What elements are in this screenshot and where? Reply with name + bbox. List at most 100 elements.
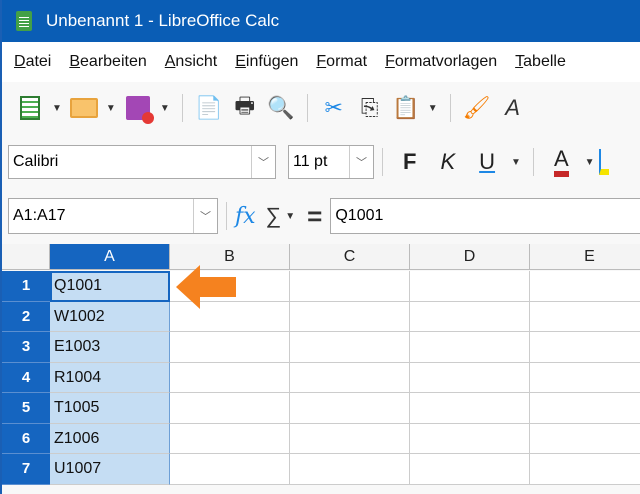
cell-c3[interactable]: [290, 332, 410, 363]
cell-e3[interactable]: [530, 332, 640, 363]
font-color-button[interactable]: A: [553, 147, 569, 177]
separator: [306, 94, 308, 122]
cell-d5[interactable]: [410, 393, 530, 424]
cell-a6[interactable]: Z1006: [50, 423, 170, 454]
chevron-down-icon[interactable]: ﹀: [349, 146, 373, 178]
font-name-value: Calibri: [13, 153, 59, 170]
cell-c5[interactable]: [290, 393, 410, 424]
title-bar: Unbenannt 1 - LibreOffice Calc: [2, 0, 640, 42]
formula-equals-icon[interactable]: =: [307, 201, 322, 232]
cell-b5[interactable]: [170, 393, 290, 424]
cell-a3[interactable]: E1003: [50, 332, 170, 363]
underline-button[interactable]: U: [479, 149, 495, 175]
font-name-combo[interactable]: Calibri ﹀: [8, 145, 276, 179]
cell-a2[interactable]: W1002: [50, 301, 170, 332]
column-header-a[interactable]: A: [50, 244, 170, 270]
cell-c2[interactable]: [290, 301, 410, 332]
cell-c6[interactable]: [290, 423, 410, 454]
row-header[interactable]: 1: [2, 271, 50, 302]
separator: [532, 148, 534, 176]
menu-format[interactable]: Format: [316, 53, 367, 71]
row-header[interactable]: 6: [2, 423, 50, 454]
new-spreadsheet-icon[interactable]: [16, 94, 44, 122]
cell-a5[interactable]: T1005: [50, 393, 170, 424]
cell-c1[interactable]: [290, 271, 410, 302]
save-icon[interactable]: [124, 94, 154, 124]
open-folder-icon[interactable]: [69, 94, 98, 122]
menu-bearbeiten[interactable]: Bearbeiten: [69, 53, 146, 71]
sum-icon[interactable]: ∑: [266, 203, 282, 229]
cell-c7[interactable]: [290, 454, 410, 485]
column-header-e[interactable]: E: [530, 244, 640, 270]
row-header[interactable]: 2: [2, 301, 50, 332]
cell-e6[interactable]: [530, 423, 640, 454]
menu-formatvorlagen[interactable]: Formatvorlagen: [385, 53, 497, 71]
print-preview-icon[interactable]: 🔍: [267, 94, 295, 122]
cell-a4[interactable]: R1004: [50, 362, 170, 393]
cell-e4[interactable]: [530, 362, 640, 393]
row-header[interactable]: 4: [2, 362, 50, 393]
formula-bar: A1:A17 ﹀ fx ∑ ▼ = Q1001: [2, 196, 640, 236]
formatting-toolbar: Calibri ﹀ 11 pt ﹀ F K U ▼ A ▼: [2, 140, 640, 184]
cell-d6[interactable]: [410, 423, 530, 454]
print-icon[interactable]: 🖶: [231, 93, 259, 122]
cut-icon[interactable]: ✂: [320, 94, 348, 122]
function-wizard-icon[interactable]: fx: [235, 204, 256, 229]
font-color-dropdown-icon[interactable]: ▼: [585, 157, 595, 168]
save-dropdown-icon[interactable]: ▼: [160, 103, 170, 114]
row-header[interactable]: 7: [2, 454, 50, 485]
window-title: Unbenannt 1 - LibreOffice Calc: [46, 11, 280, 30]
cell-d1[interactable]: [410, 271, 530, 302]
font-size-combo[interactable]: 11 pt ﹀: [288, 145, 374, 179]
cell-a7[interactable]: U1007: [50, 454, 170, 485]
cell-d2[interactable]: [410, 301, 530, 332]
cell-e5[interactable]: [530, 393, 640, 424]
standard-toolbar: ▼ ▼ ▼ 📄 🖶 🔍 ✂ ⎘ 📋 ▼ 🖌 A: [2, 86, 640, 130]
menu-ansicht[interactable]: Ansicht: [165, 53, 217, 71]
select-all-corner[interactable]: [2, 244, 50, 270]
row-header[interactable]: 5: [2, 393, 50, 424]
cell-b3[interactable]: [170, 332, 290, 363]
orange-arrow-annotation: [176, 265, 236, 309]
row-header[interactable]: 3: [2, 332, 50, 363]
cell-d4[interactable]: [410, 362, 530, 393]
highlight-color-icon[interactable]: [598, 149, 609, 175]
bold-button[interactable]: F: [403, 149, 416, 175]
clear-formatting-icon[interactable]: A: [499, 94, 527, 122]
separator: [449, 94, 451, 122]
chevron-down-icon[interactable]: ﹀: [193, 199, 217, 233]
menu-einfuegen[interactable]: Einfügen: [235, 53, 298, 71]
cell-b6[interactable]: [170, 423, 290, 454]
cell-b7[interactable]: [170, 454, 290, 485]
open-dropdown-icon[interactable]: ▼: [106, 103, 116, 114]
clone-formatting-icon[interactable]: 🖌: [463, 94, 491, 122]
cell-c4[interactable]: [290, 362, 410, 393]
separator: [181, 94, 183, 122]
column-header-d[interactable]: D: [410, 244, 530, 270]
cell-d3[interactable]: [410, 332, 530, 363]
formula-input[interactable]: Q1001: [330, 198, 640, 234]
cell-a1[interactable]: Q1001: [50, 271, 170, 302]
paste-icon[interactable]: 📋: [392, 94, 420, 122]
new-dropdown-icon[interactable]: ▼: [52, 103, 62, 114]
cell-e2[interactable]: [530, 301, 640, 332]
cell-b4[interactable]: [170, 362, 290, 393]
name-box[interactable]: A1:A17 ﹀: [8, 198, 218, 234]
export-pdf-icon[interactable]: 📄: [195, 94, 223, 122]
separator: [382, 148, 383, 176]
column-header-c[interactable]: C: [290, 244, 410, 270]
cell-d7[interactable]: [410, 454, 530, 485]
italic-button[interactable]: K: [440, 149, 455, 175]
menu-datei[interactable]: Datei: [14, 53, 51, 71]
underline-dropdown-icon[interactable]: ▼: [511, 157, 521, 168]
cell-e1[interactable]: [530, 271, 640, 302]
paste-dropdown-icon[interactable]: ▼: [428, 103, 438, 114]
menu-tabelle[interactable]: Tabelle: [515, 53, 566, 71]
menu-bar: Datei Bearbeiten Ansicht Einfügen Format…: [2, 42, 640, 82]
cell-e7[interactable]: [530, 454, 640, 485]
chevron-down-icon[interactable]: ﹀: [251, 146, 275, 178]
separator: [226, 202, 227, 230]
font-size-value: 11 pt: [293, 153, 328, 170]
sum-dropdown-icon[interactable]: ▼: [285, 211, 295, 222]
copy-icon[interactable]: ⎘: [356, 94, 384, 122]
